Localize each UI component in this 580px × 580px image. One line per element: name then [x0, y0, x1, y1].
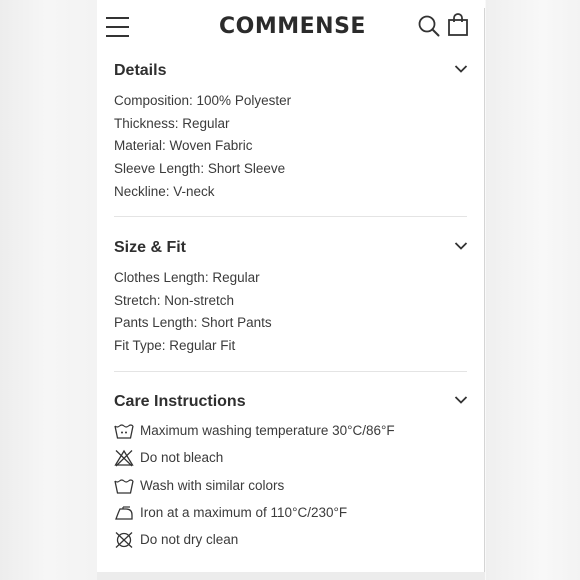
care-item: Do not dry clean	[114, 530, 468, 557]
detail-neckline: Neckline: V-neck	[114, 183, 215, 199]
panel-border	[484, 8, 485, 580]
detail-sleeve-length: Sleeve Length: Short Sleeve	[114, 161, 286, 177]
background-right	[486, 0, 580, 580]
detail-thickness: Thickness: Regular	[114, 115, 230, 131]
menu-icon[interactable]	[106, 16, 129, 38]
details-section: Details Composition: 100% Polyester Thic…	[114, 60, 468, 204]
iron-icon	[115, 506, 133, 520]
size-fit-type: Fit Type: Regular Fit	[114, 338, 236, 354]
bottom-edge	[97, 572, 485, 580]
brand-logo[interactable]: COMMENSE	[219, 14, 366, 39]
care-text: Do not dry clean	[140, 532, 239, 548]
care-item: Wash with similar colors	[114, 476, 468, 503]
size-fit-section: Size & Fit Clothes Length: Regular Stret…	[114, 237, 468, 358]
shopping-bag-icon[interactable]	[447, 13, 469, 42]
wash-30-icon	[114, 424, 134, 439]
care-text: Wash with similar colors	[140, 477, 285, 493]
care-text: Maximum washing temperature 30°C/86°F	[140, 423, 395, 438]
care-instructions-section: Care Instructions Maximum washing temper…	[114, 391, 468, 557]
divider	[114, 216, 467, 217]
wash-tub-icon	[114, 479, 134, 494]
size-clothes-length: Clothes Length: Regular	[114, 270, 260, 285]
care-instructions-header[interactable]: Care Instructions	[114, 391, 468, 415]
detail-material: Material: Woven Fabric	[114, 138, 253, 154]
size-stretch: Stretch: Non-stretch	[114, 292, 235, 308]
care-item: Iron at a maximum of 110°C/230°F	[114, 503, 468, 530]
divider	[114, 371, 467, 372]
do-not-bleach-icon	[114, 450, 134, 467]
size-pants-length: Pants Length: Short Pants	[114, 315, 272, 331]
search-icon[interactable]	[417, 14, 441, 43]
chevron-down-icon[interactable]	[454, 241, 468, 251]
care-text: Iron at a maximum of 110°C/230°F	[140, 504, 348, 520]
size-fit-title: Size & Fit	[114, 239, 187, 256]
care-item: Do not bleach	[114, 448, 468, 475]
product-details-panel: COMMENSE Details Composition: 100% Polye…	[97, 0, 485, 580]
detail-composition: Composition: 100% Polyester	[114, 93, 292, 108]
size-fit-header[interactable]: Size & Fit	[114, 237, 468, 261]
chevron-down-icon[interactable]	[454, 395, 468, 405]
care-text: Do not bleach	[140, 450, 224, 466]
details-title: Details	[114, 62, 167, 79]
details-header[interactable]: Details	[114, 60, 468, 84]
care-item: Maximum washing temperature 30°C/86°F	[114, 421, 468, 448]
care-instructions-title: Care Instructions	[114, 393, 246, 410]
do-not-dry-clean-icon	[115, 532, 133, 549]
chevron-down-icon[interactable]	[454, 64, 468, 74]
